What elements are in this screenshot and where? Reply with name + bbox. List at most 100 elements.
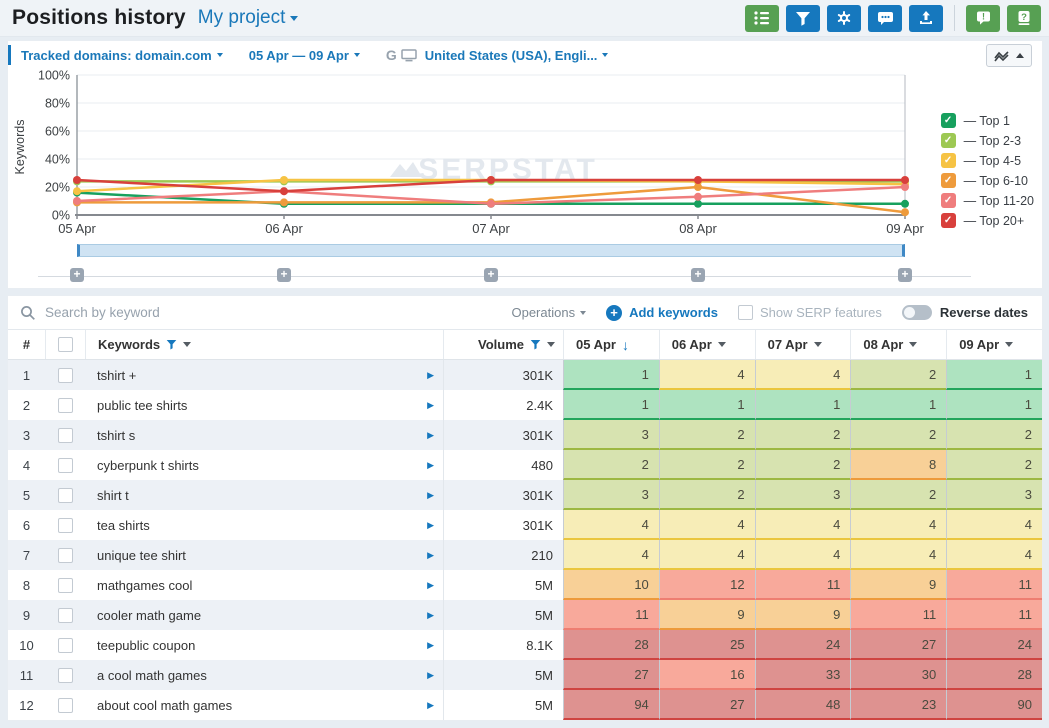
position-cell[interactable]: 3 (946, 480, 1042, 510)
column-header-num[interactable]: # (8, 330, 45, 359)
legend-item[interactable]: ✓— Top 1 (941, 113, 1034, 128)
row-checkbox[interactable] (45, 600, 85, 630)
keyword-cell[interactable]: cyberpunk t shirts▶ (85, 450, 443, 480)
position-cell[interactable]: 48 (755, 690, 851, 720)
filter-funnel-icon[interactable] (530, 339, 541, 350)
expand-arrow-icon[interactable]: ▶ (427, 490, 434, 501)
chevron-down-icon[interactable] (1005, 342, 1013, 347)
legend-item[interactable]: ✓— Top 4-5 (941, 153, 1034, 168)
position-cell[interactable]: 1 (850, 390, 946, 420)
position-cell[interactable]: 4 (946, 540, 1042, 570)
position-cell[interactable]: 2 (755, 450, 851, 480)
expand-arrow-icon[interactable]: ▶ (427, 400, 434, 411)
row-checkbox[interactable] (45, 540, 85, 570)
legend-checkbox-icon[interactable]: ✓ (941, 173, 956, 188)
position-cell[interactable]: 9 (755, 600, 851, 630)
select-all-checkbox[interactable] (45, 330, 85, 359)
add-annotation-pin[interactable]: + (277, 268, 291, 282)
comments-button[interactable] (868, 5, 902, 32)
keyword-cell[interactable]: a cool math games▶ (85, 660, 443, 690)
legend-item[interactable]: ✓— Top 6-10 (941, 173, 1034, 188)
position-cell[interactable]: 4 (755, 360, 851, 390)
position-cell[interactable]: 11 (946, 570, 1042, 600)
column-header-date[interactable]: 08 Apr (850, 330, 946, 359)
position-cell[interactable]: 24 (755, 630, 851, 660)
add-keywords-button[interactable]: + Add keywords (606, 305, 718, 321)
expand-arrow-icon[interactable]: ▶ (427, 670, 434, 681)
filter-funnel-icon[interactable] (166, 339, 177, 350)
position-cell[interactable]: 4 (659, 360, 755, 390)
position-cell[interactable]: 2 (563, 450, 659, 480)
chart-collapse-toggle[interactable] (986, 44, 1032, 67)
position-cell[interactable]: 9 (850, 570, 946, 600)
settings-button[interactable] (827, 5, 861, 32)
position-cell[interactable]: 28 (563, 630, 659, 660)
chevron-down-icon[interactable] (909, 342, 917, 347)
position-cell[interactable]: 11 (850, 600, 946, 630)
keyword-cell[interactable]: cooler math game▶ (85, 600, 443, 630)
position-cell[interactable]: 27 (563, 660, 659, 690)
position-cell[interactable]: 8 (850, 450, 946, 480)
legend-checkbox-icon[interactable]: ✓ (941, 193, 956, 208)
add-annotation-pin[interactable]: + (484, 268, 498, 282)
keyword-cell[interactable]: about cool math games▶ (85, 690, 443, 720)
date-range-selector[interactable]: 05 Apr — 09 Apr (249, 48, 360, 63)
position-cell[interactable]: 10 (563, 570, 659, 600)
position-cell[interactable]: 4 (946, 510, 1042, 540)
expand-arrow-icon[interactable]: ▶ (427, 460, 434, 471)
column-header-keywords[interactable]: Keywords (85, 330, 443, 359)
position-cell[interactable]: 28 (946, 660, 1042, 690)
keyword-cell[interactable]: tea shirts▶ (85, 510, 443, 540)
position-cell[interactable]: 1 (946, 390, 1042, 420)
chart-canvas[interactable]: 0%20%40%60%80%100%SERPSTAT05 Apr06 Apr07… (8, 69, 928, 241)
position-cell[interactable]: 27 (659, 690, 755, 720)
legend-item[interactable]: ✓— Top 2-3 (941, 133, 1034, 148)
help-button[interactable]: ? (1007, 5, 1041, 32)
expand-arrow-icon[interactable]: ▶ (427, 640, 434, 651)
position-cell[interactable]: 2 (946, 420, 1042, 450)
legend-checkbox-icon[interactable]: ✓ (941, 133, 956, 148)
add-annotation-pin[interactable]: + (691, 268, 705, 282)
position-cell[interactable]: 11 (563, 600, 659, 630)
position-cell[interactable]: 90 (946, 690, 1042, 720)
add-annotation-pin[interactable]: + (898, 268, 912, 282)
position-cell[interactable]: 33 (755, 660, 851, 690)
position-cell[interactable]: 12 (659, 570, 755, 600)
date-range-slider[interactable] (77, 244, 905, 257)
search-input[interactable] (45, 305, 491, 320)
keyword-cell[interactable]: shirt t▶ (85, 480, 443, 510)
row-checkbox[interactable] (45, 510, 85, 540)
expand-arrow-icon[interactable]: ▶ (427, 550, 434, 561)
row-checkbox[interactable] (45, 360, 85, 390)
columns-button[interactable] (745, 5, 779, 32)
position-cell[interactable]: 9 (659, 600, 755, 630)
chevron-down-icon[interactable] (547, 342, 555, 347)
legend-checkbox-icon[interactable]: ✓ (941, 113, 956, 128)
row-checkbox[interactable] (45, 570, 85, 600)
chevron-down-icon[interactable] (814, 342, 822, 347)
row-checkbox[interactable] (45, 420, 85, 450)
keyword-cell[interactable]: mathgames cool▶ (85, 570, 443, 600)
column-header-volume[interactable]: Volume (443, 330, 563, 359)
position-cell[interactable]: 4 (563, 540, 659, 570)
column-header-date[interactable]: 09 Apr (946, 330, 1042, 359)
row-checkbox[interactable] (45, 390, 85, 420)
column-header-date[interactable]: 05 Apr↓ (563, 330, 659, 359)
expand-arrow-icon[interactable]: ▶ (427, 520, 434, 531)
position-cell[interactable]: 4 (563, 510, 659, 540)
expand-arrow-icon[interactable]: ▶ (427, 610, 434, 621)
position-cell[interactable]: 2 (850, 480, 946, 510)
position-cell[interactable]: 3 (755, 480, 851, 510)
position-cell[interactable]: 4 (755, 540, 851, 570)
filter-button[interactable] (786, 5, 820, 32)
position-cell[interactable]: 2 (850, 360, 946, 390)
position-cell[interactable]: 11 (946, 600, 1042, 630)
position-cell[interactable]: 2 (659, 450, 755, 480)
legend-item[interactable]: ✓— Top 20+ (941, 213, 1034, 228)
keyword-cell[interactable]: tshirt +▶ (85, 360, 443, 390)
position-cell[interactable]: 4 (659, 540, 755, 570)
position-cell[interactable]: 4 (850, 510, 946, 540)
legend-checkbox-icon[interactable]: ✓ (941, 213, 956, 228)
keyword-cell[interactable]: public tee shirts▶ (85, 390, 443, 420)
position-cell[interactable]: 23 (850, 690, 946, 720)
